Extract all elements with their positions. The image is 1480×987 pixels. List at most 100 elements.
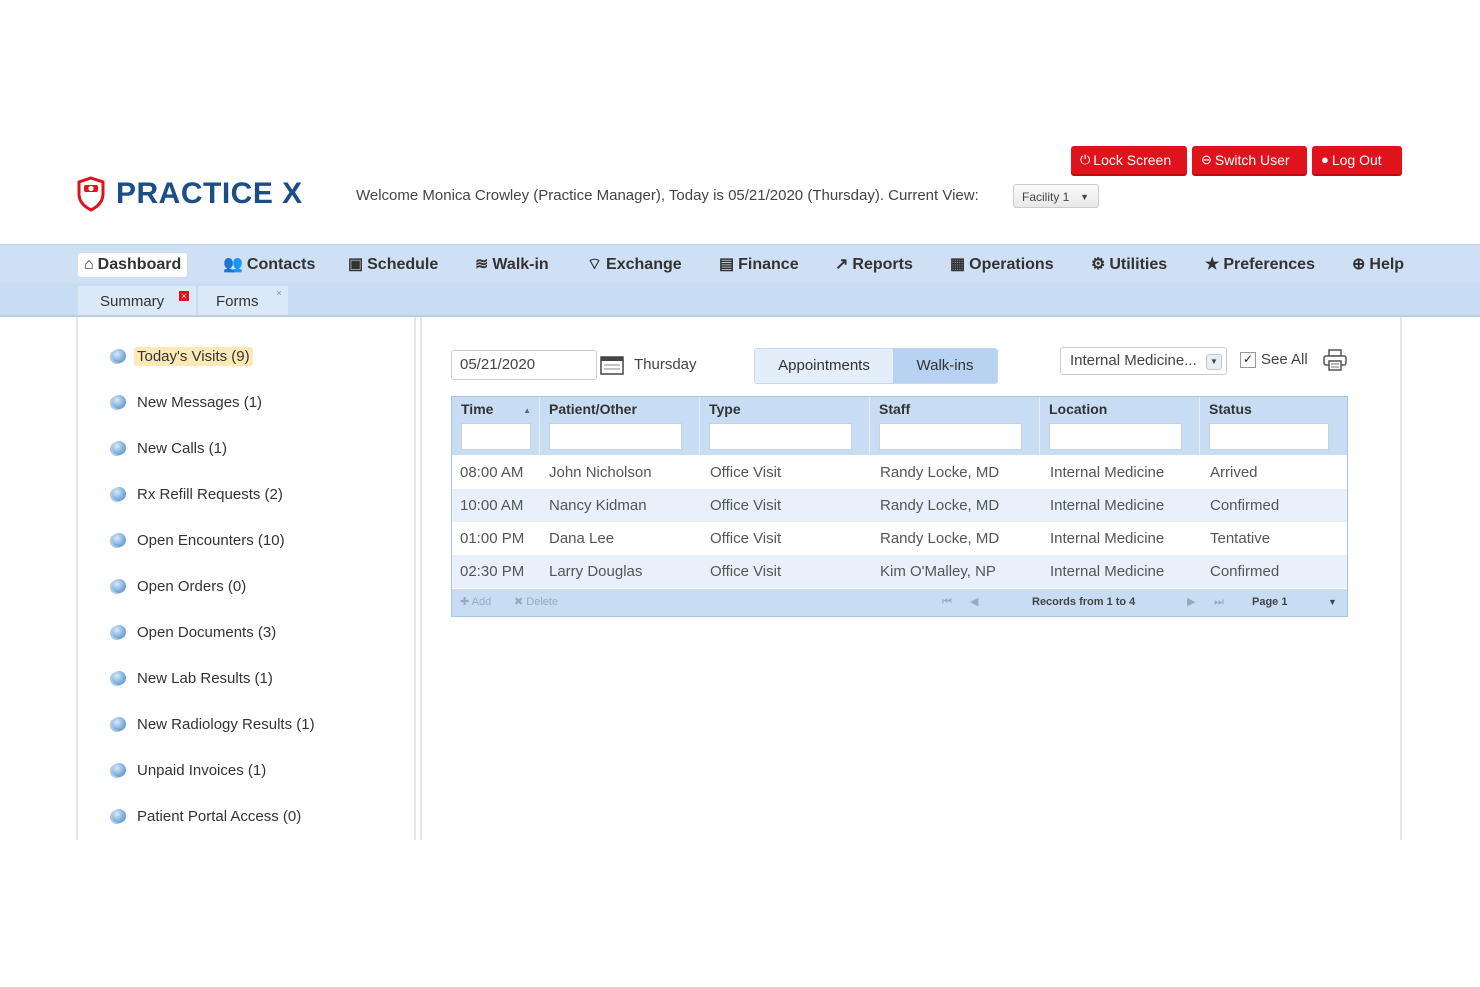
current-view-value: Facility 1: [1022, 190, 1070, 204]
column-status[interactable]: Status: [1200, 397, 1347, 455]
filter-type-input[interactable]: [709, 423, 852, 450]
brand-name: PRACTICE X: [116, 177, 303, 210]
sidebar-item-label: Open Encounters (10): [137, 531, 285, 549]
current-view-select[interactable]: Facility 1 ▼: [1013, 184, 1099, 208]
delete-icon: ✖: [514, 596, 524, 608]
nav-help[interactable]: ⊕ Help: [1352, 253, 1404, 277]
page-number: Page 1: [1252, 596, 1288, 608]
column-time[interactable]: Time ▲: [452, 397, 540, 455]
nav-finance[interactable]: ▤ Finance: [719, 253, 799, 277]
orb-icon: [112, 763, 126, 777]
sidebar-item-new-calls[interactable]: New Calls (1): [112, 437, 230, 459]
sidebar-item-open-encounters[interactable]: Open Encounters (10): [112, 529, 288, 551]
column-patient[interactable]: Patient/Other: [540, 397, 700, 455]
column-label: Staff: [879, 401, 911, 417]
cell-staff: Randy Locke, MD: [880, 530, 1000, 547]
nav-label: Schedule: [367, 256, 439, 273]
close-icon[interactable]: ×: [179, 291, 189, 301]
cell-location: Internal Medicine: [1050, 563, 1165, 580]
sidebar-item-unpaid-invoices[interactable]: Unpaid Invoices (1): [112, 759, 269, 781]
checkmark-icon: ✓: [1240, 351, 1256, 368]
sidebar-item-rx-refill[interactable]: Rx Refill Requests (2): [112, 483, 286, 505]
see-all-label: See All: [1261, 351, 1308, 368]
column-location[interactable]: Location: [1040, 397, 1200, 455]
prev-page-icon[interactable]: ◀: [970, 589, 978, 616]
cell-patient: John Nicholson: [549, 464, 652, 481]
filter-staff-input[interactable]: [879, 423, 1022, 450]
walk-ins-tab[interactable]: Walk-ins: [893, 349, 997, 383]
tab-label: Forms: [216, 293, 259, 310]
add-icon: ✚: [460, 596, 470, 608]
nav-preferences[interactable]: ★ Preferences: [1205, 253, 1315, 277]
cell-status: Confirmed: [1210, 563, 1280, 580]
next-page-icon[interactable]: ▶: [1187, 589, 1195, 616]
nav-label: Operations: [969, 256, 1054, 273]
see-all-checkbox[interactable]: ✓ See All: [1240, 351, 1308, 368]
column-label: Time: [461, 401, 494, 417]
cell-time: 02:30 PM: [460, 563, 525, 580]
sidebar-item-new-messages[interactable]: New Messages (1): [112, 391, 265, 413]
nav-utilities[interactable]: ⚙ Utilities: [1091, 253, 1167, 277]
filter-location-input[interactable]: [1049, 423, 1182, 450]
lock-screen-button[interactable]: ⏻ Lock Screen: [1071, 146, 1187, 174]
sidebar-item-label: New Lab Results (1): [137, 669, 273, 687]
nav-contacts[interactable]: 👥 Contacts: [223, 253, 315, 277]
sidebar-item-new-radiology-results[interactable]: New Radiology Results (1): [112, 713, 318, 735]
orb-icon: [112, 349, 126, 363]
table-row[interactable]: 08:00 AM John Nicholson Office Visit Ran…: [452, 456, 1347, 489]
tab-label: Summary: [100, 293, 165, 310]
last-page-icon[interactable]: ⏭: [1214, 589, 1224, 616]
cell-patient: Dana Lee: [549, 530, 615, 547]
nav-exchange[interactable]: ⌔ Exchange: [587, 253, 682, 277]
sidebar-item-open-documents[interactable]: Open Documents (3): [112, 621, 279, 643]
printer-icon[interactable]: [1323, 349, 1347, 371]
grid-header: Time ▲ Patient/Other Type Staff Location…: [452, 397, 1347, 455]
appointments-tab[interactable]: Appointments: [755, 349, 893, 383]
grid-icon: ▦: [950, 256, 966, 273]
delete-button[interactable]: ✖ Delete: [514, 589, 558, 616]
table-row[interactable]: 10:00 AM Nancy Kidman Office Visit Randy…: [452, 489, 1347, 522]
first-page-icon[interactable]: ⏮: [942, 589, 952, 616]
close-icon[interactable]: ×: [274, 288, 284, 298]
main-nav: ⌂ Dashboard 👥 Contacts ▣ Schedule ≋ Walk-in …: [0, 244, 1480, 283]
calendar-icon[interactable]: [600, 355, 624, 375]
sidebar-item-new-lab-results[interactable]: New Lab Results (1): [112, 667, 276, 689]
page-size-dropdown[interactable]: ▼: [1328, 589, 1337, 616]
table-row[interactable]: 02:30 PM Larry Douglas Office Visit Kim …: [452, 555, 1347, 588]
department-select[interactable]: Internal Medicine... ▼: [1060, 347, 1227, 375]
orb-icon: [112, 441, 126, 455]
tab-forms[interactable]: Forms ×: [198, 286, 288, 315]
switch-user-button[interactable]: ⊖ Switch User: [1192, 146, 1307, 174]
sidebar-item-patient-portal-access[interactable]: Patient Portal Access (0): [112, 805, 304, 827]
cell-type: Office Visit: [710, 563, 782, 580]
nav-reports[interactable]: ↗ Reports: [835, 253, 913, 277]
visit-type-toggle: Appointments Walk-ins: [754, 348, 998, 384]
sidebar-item-todays-visits[interactable]: Today's Visits (9): [112, 345, 253, 367]
table-row[interactable]: 01:00 PM Dana Lee Office Visit Randy Loc…: [452, 522, 1347, 555]
nav-dashboard[interactable]: ⌂ Dashboard: [78, 253, 188, 277]
log-out-button[interactable]: ● Log Out: [1312, 146, 1402, 174]
nav-label: Walk-in: [492, 256, 549, 273]
nav-operations[interactable]: ▦ Operations: [950, 253, 1054, 277]
filter-patient-input[interactable]: [549, 423, 682, 450]
cell-location: Internal Medicine: [1050, 464, 1165, 481]
column-label: Location: [1049, 401, 1108, 417]
date-field[interactable]: 05/21/2020: [451, 350, 597, 380]
add-button[interactable]: ✚ Add: [460, 589, 491, 616]
tab-summary[interactable]: Summary ×: [78, 286, 196, 315]
chart-icon: ↗: [835, 256, 849, 273]
filter-status-input[interactable]: [1209, 423, 1329, 450]
cell-patient: Nancy Kidman: [549, 497, 647, 514]
orb-icon: [112, 625, 126, 639]
column-type[interactable]: Type: [700, 397, 870, 455]
nav-schedule[interactable]: ▣ Schedule: [348, 253, 438, 277]
sidebar-item-label: Patient Portal Access (0): [137, 807, 302, 825]
switch-user-label: Switch User: [1214, 152, 1290, 168]
column-staff[interactable]: Staff: [870, 397, 1040, 455]
summary-sidebar: Today's Visits (9) New Messages (1) New …: [78, 317, 414, 840]
sidebar-item-open-orders[interactable]: Open Orders (0): [112, 575, 249, 597]
nav-label: Dashboard: [97, 256, 182, 273]
filter-time-input[interactable]: [461, 423, 531, 450]
orb-icon: [112, 395, 126, 409]
nav-walk-in[interactable]: ≋ Walk-in: [475, 253, 549, 277]
